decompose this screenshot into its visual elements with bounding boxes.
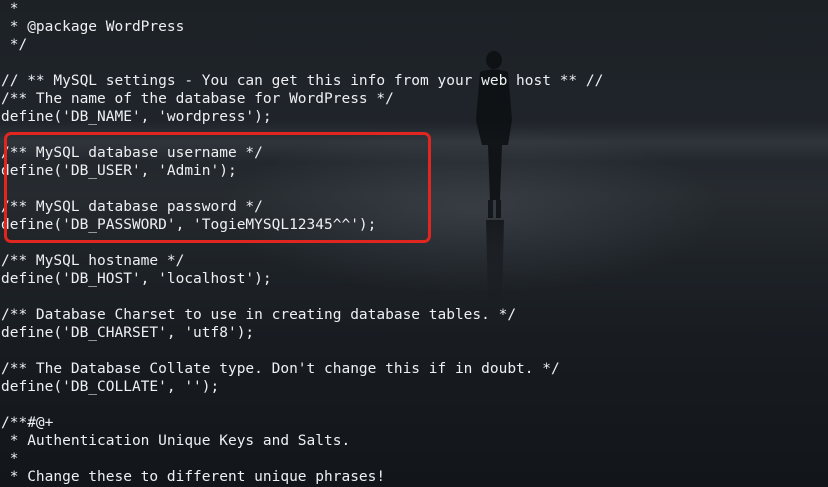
code-line: /** The name of the database for WordPre… xyxy=(1,91,394,107)
code-line: * @package WordPress xyxy=(1,19,185,35)
code-line: * xyxy=(1,451,19,467)
code-line: /**#@+ xyxy=(1,415,54,431)
code-line: * Change these to different unique phras… xyxy=(1,469,386,485)
code-editor[interactable]: * * @package WordPress */ // ** MySQL set… xyxy=(1,0,603,486)
code-line: define('DB_NAME', 'wordpress'); xyxy=(1,109,272,125)
code-line: /** The Database Collate type. Don't cha… xyxy=(1,361,560,377)
code-line: define('DB_CHARSET', 'utf8'); xyxy=(1,325,255,341)
code-line: /** Database Charset to use in creating … xyxy=(1,307,517,323)
code-line: define('DB_HOST', 'localhost'); xyxy=(1,271,272,287)
code-line: * xyxy=(1,1,19,17)
code-line: * Authentication Unique Keys and Salts. xyxy=(1,433,351,449)
code-line: */ xyxy=(1,37,28,53)
code-line: // ** MySQL settings - You can get this … xyxy=(1,73,604,89)
credentials-highlight-box xyxy=(4,132,431,243)
code-line: /** MySQL hostname */ xyxy=(1,253,185,269)
code-line: define('DB_COLLATE', ''); xyxy=(1,379,220,395)
terminal-window: * * @package WordPress */ // ** MySQL set… xyxy=(0,0,828,487)
